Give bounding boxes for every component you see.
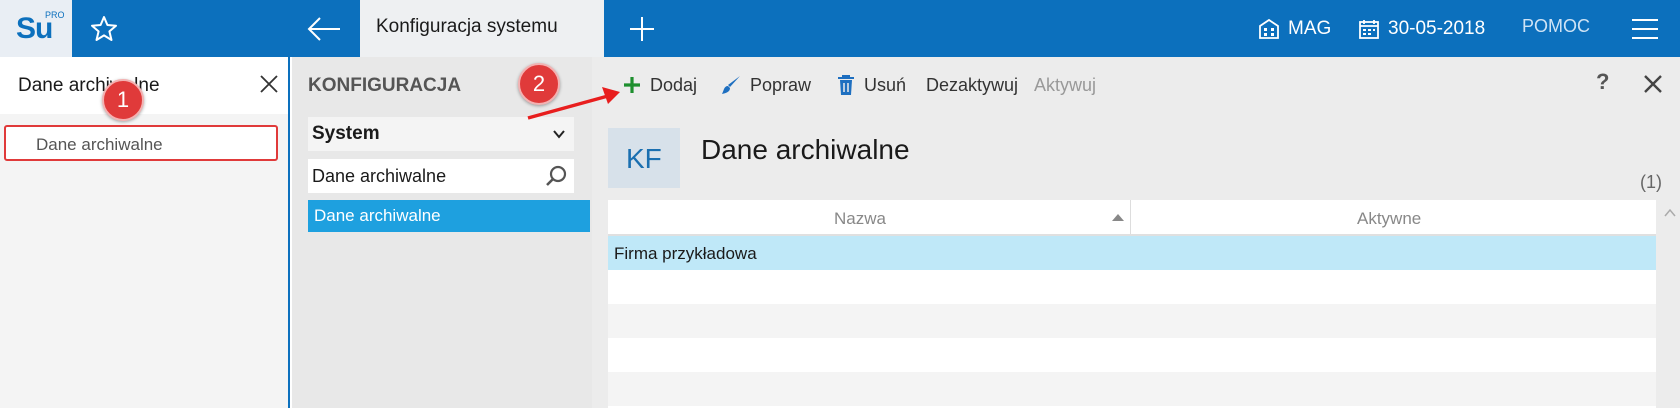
hamburger-menu-icon[interactable]: [1630, 17, 1660, 41]
edit-button-label: Popraw: [750, 74, 812, 95]
building-icon: [1259, 18, 1279, 39]
search-icon[interactable]: [544, 164, 568, 188]
sort-ascending-icon: [1112, 214, 1124, 221]
configuration-heading: KONFIGURACJA: [308, 75, 462, 96]
module-badge-text: KF: [626, 143, 662, 174]
configuration-search-value: Dane archiwalne: [312, 166, 447, 186]
star-icon[interactable]: [88, 13, 120, 45]
toolbar: Dodaj Popraw Usuń Dezaktywuj Aktywuj ?: [592, 57, 1680, 114]
content-area: KF Dane archiwalne (1) Nazwa Aktywne Fir…: [592, 114, 1680, 408]
back-arrow-icon[interactable]: [304, 12, 344, 46]
column-header-name[interactable]: Nazwa: [608, 200, 1131, 234]
deactivate-button-label: Dezaktywuj: [926, 74, 1019, 95]
annotation-arrow: [527, 87, 620, 120]
add-button[interactable]: Dodaj: [622, 71, 697, 99]
grid-header: Nazwa Aktywne: [608, 200, 1656, 236]
annotation-marker-1: 1: [102, 79, 144, 121]
date-label: 30-05-2018: [1388, 18, 1486, 39]
column-header-name-label: Nazwa: [834, 209, 886, 228]
search-panel: Dane archiwalne Dane archiwalne: [0, 57, 290, 408]
column-header-active[interactable]: Aktywne: [1132, 200, 1656, 234]
column-header-active-label: Aktywne: [1357, 209, 1422, 228]
record-count: (1): [1640, 172, 1662, 192]
configuration-search-input[interactable]: Dane archiwalne: [308, 159, 574, 193]
warehouse-selector[interactable]: MAG: [1258, 14, 1331, 44]
add-button-label: Dodaj: [650, 74, 698, 95]
calendar-icon: [1359, 20, 1379, 39]
search-result-item[interactable]: Dane archiwalne: [4, 125, 278, 161]
edit-button[interactable]: Popraw: [720, 71, 811, 99]
warehouse-label: MAG: [1288, 18, 1332, 39]
data-grid: Nazwa Aktywne Firma przykładowa: [608, 200, 1656, 408]
page-title: Dane archiwalne: [701, 134, 910, 165]
module-badge: KF: [608, 128, 680, 188]
new-tab-plus-icon[interactable]: [626, 13, 658, 45]
activate-button[interactable]: Aktywuj: [1034, 71, 1096, 99]
table-row-empty: [608, 270, 1656, 304]
close-icon[interactable]: [258, 73, 280, 95]
delete-button-label: Usuń: [864, 74, 907, 95]
delete-button[interactable]: Usuń: [836, 71, 906, 99]
table-row[interactable]: Firma przykładowa: [608, 236, 1656, 270]
activate-button-label: Aktywuj: [1034, 74, 1097, 95]
search-input[interactable]: Dane archiwalne: [0, 57, 288, 114]
search-result-label: Dane archiwalne: [36, 135, 163, 154]
close-icon[interactable]: [1642, 73, 1664, 95]
brush-icon: [722, 76, 740, 94]
table-cell-name: Firma przykładowa: [614, 244, 757, 263]
help-link[interactable]: POMOC: [1522, 16, 1590, 37]
deactivate-button[interactable]: Dezaktywuj: [926, 71, 1018, 99]
logo-superscript: PRO: [45, 10, 65, 20]
app-window: Su PRO Konfiguracja systemu MAG 30-05-20…: [0, 0, 1680, 408]
help-button[interactable]: ?: [1596, 69, 1609, 95]
top-bar: Su PRO Konfiguracja systemu MAG 30-05-20…: [0, 0, 1680, 57]
configuration-item-label: Dane archiwalne: [314, 206, 441, 225]
system-select-value: System: [312, 123, 380, 144]
scroll-up-icon[interactable]: [1664, 208, 1676, 218]
tab-system-configuration[interactable]: Konfiguracja systemu: [360, 0, 604, 57]
trash-icon: [838, 75, 854, 95]
tab-label: Konfiguracja systemu: [376, 16, 558, 37]
date-selector[interactable]: 30-05-2018: [1358, 14, 1485, 44]
table-row-empty: [608, 338, 1656, 372]
table-row-empty: [608, 372, 1656, 406]
table-row-empty: [608, 304, 1656, 338]
app-logo[interactable]: Su PRO: [0, 0, 72, 57]
configuration-item-archival-data[interactable]: Dane archiwalne: [308, 200, 590, 232]
